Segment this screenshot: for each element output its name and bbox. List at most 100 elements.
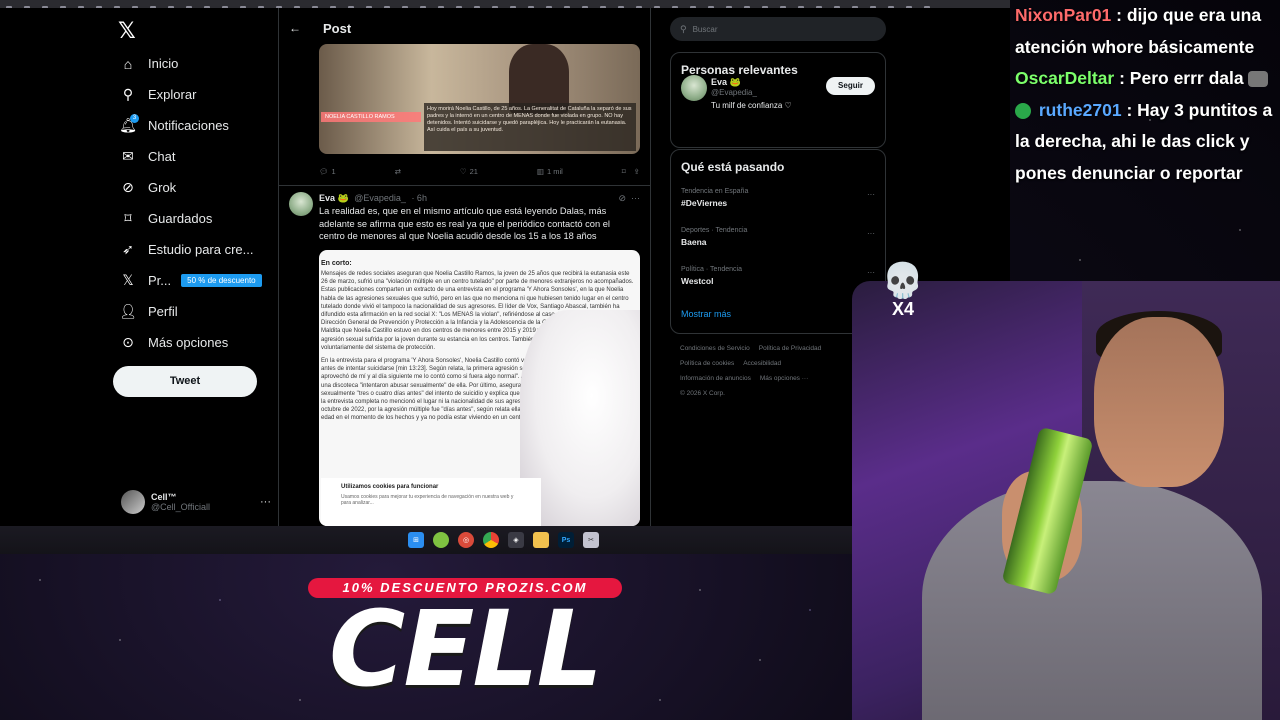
rocket-icon: ➶ [122,241,134,257]
tweet-divider [279,185,650,186]
folder-icon[interactable] [533,532,549,548]
left-sidebar: ⌂ Inicio ⚲ Explorar 🔔︎ 3 Notificaciones ✉… [112,48,277,358]
stream-chat: NixonPar01 : dijo que era una atención w… [1015,0,1277,189]
search-placeholder: Buscar [692,24,718,34]
retweet-action[interactable]: ⇄ [395,167,401,176]
grok-icon: ⊘ [122,179,134,195]
more-circle-icon: ⊙ [122,334,134,350]
trend-name: Baena [681,237,707,247]
relevant-bio: Tu milf de confianza ♡ [711,101,792,110]
views-icon: ▥ [536,166,544,176]
follow-button[interactable]: Seguir [826,77,875,95]
back-arrow-icon[interactable]: ← [289,21,309,35]
bookmark-icon: ⌑ [124,210,132,226]
more-icon[interactable]: ··· [867,229,875,238]
chat-app-icon[interactable] [433,532,449,548]
footer-link[interactable]: Condiciones de Servicio [680,345,750,352]
bookmark-action[interactable]: ⌑ ⇪ [622,167,640,176]
nav-bookmarks[interactable]: ⌑ Guardados [112,203,277,234]
post-media-video[interactable]: NOELIA CASTILLO RAMOS Hoy morirá Noelia … [319,44,640,154]
nav-profile[interactable]: 👤︎ Perfil [112,296,277,327]
card-title: Qué está pasando [681,160,785,174]
footer-link[interactable]: Más opciones ··· [760,375,808,382]
reply-count: 1 [331,166,336,176]
discount-badge[interactable]: 50 % de descuento [181,274,262,287]
search-icon: ⚲ [680,23,687,34]
nav-chat[interactable]: ✉ Chat [112,141,277,172]
nav-notifications[interactable]: 🔔︎ 3 Notificaciones [112,110,277,141]
mail-icon: ✉ [122,148,134,164]
webcam-person-head [1094,317,1224,487]
nav-label: Notificaciones [148,118,229,133]
skull-icon: 💀 [881,262,925,300]
reply-avatar[interactable] [289,192,313,216]
settings-app-icon[interactable]: ◎ [458,532,474,548]
account-switcher[interactable]: Cell™ @Cell_Officiall ··· [121,487,271,517]
tweet-button[interactable]: Tweet [113,366,257,397]
nav-more-options[interactable]: ⊙ Más opciones [112,327,277,358]
reply-time: · 6h [411,193,427,203]
footer-link[interactable]: Información de anuncios [680,375,751,382]
cookie-title: Utilizamos cookies para funcionar [341,484,439,490]
like-action[interactable]: ♡ 21 [460,167,478,176]
chat-username: ruthe2701 [1038,99,1122,120]
chrome-icon[interactable] [483,532,499,548]
relevant-people-card: Personas relevantes Eva 🐸 @Evapedia_ Tu … [670,52,886,148]
trend-context: Política · Tendencia [681,266,742,273]
more-icon[interactable]: ··· [631,193,640,203]
grok-icon[interactable]: ⊘ [618,193,626,203]
more-icon[interactable]: ··· [867,190,875,199]
x-logo-icon[interactable]: 𝕏 [118,20,140,42]
windows-start-icon[interactable]: ⊞ [408,532,424,548]
reply-author-name[interactable]: Eva 🐸 [319,193,349,203]
more-icon[interactable]: ··· [260,496,271,508]
reply-handle[interactable]: @Evapedia_ [354,193,406,203]
view-count: 1 mil [546,166,563,176]
footer-link[interactable]: Política de Privacidad [759,345,822,352]
browser-bookmarks-strip [0,0,1010,12]
trend-context: Deportes · Tendencia [681,227,748,234]
bookmark-icon: ⌑ [621,166,626,176]
nav-creator-studio[interactable]: ➶ Estudio para cre... [112,234,277,265]
chat-message: OscarDeltar : Pero errr dala [1015,63,1277,95]
nav-label: Guardados [148,211,213,226]
page-title: Post [323,20,352,36]
nav-premium[interactable]: 𝕏 Pr... 50 % de descuento [112,265,277,296]
footer-link[interactable]: Política de cookies [680,360,734,367]
share-icon[interactable]: ⇪ [634,167,640,176]
reply-header-icons: ⊘ ··· [618,193,640,204]
nav-label: Más opciones [148,335,229,350]
app-icon[interactable]: ◈ [508,532,524,548]
nav-label: Perfil [148,304,178,319]
cookie-subtitle: Usamos cookies para mejorar tu experienc… [341,494,514,506]
footer-link[interactable]: Accesibilidad [743,360,781,367]
column-divider [650,8,651,526]
chat-username: OscarDeltar [1015,68,1115,88]
nav-home[interactable]: ⌂ Inicio [112,48,277,79]
trend-context: Tendencia en España [681,188,749,195]
search-bar[interactable]: ⚲ Buscar [670,17,886,41]
more-icon[interactable]: ··· [867,268,875,277]
video-caption: Hoy morirá Noelia Castillo, de 25 años. … [424,103,636,151]
avatar [681,75,707,101]
relevant-name: Eva 🐸 [711,77,741,87]
nav-grok[interactable]: ⊘ Grok [112,172,277,203]
trend-item[interactable]: Tendencia en España #DeViernes ··· [671,184,885,223]
photoshop-icon[interactable]: Ps [558,532,574,548]
views-action[interactable]: ▥ 1 mil [537,167,563,176]
article-screenshot[interactable]: En corto: Mensajes de redes sociales ase… [319,250,640,526]
chat-text: : Pero errr dala [1119,68,1244,88]
reply-text: La realidad es, que en el mismo artículo… [319,206,610,241]
avatar [121,490,145,514]
nav-explore[interactable]: ⚲ Explorar [112,79,277,110]
trend-item[interactable]: Deportes · Tendencia Baena ··· [671,223,885,262]
channel-logo: CELL [329,588,603,710]
relevant-person[interactable]: Eva 🐸 @Evapedia_ Tu milf de confianza ♡ … [671,75,885,143]
snip-icon[interactable]: ✂ [583,532,599,548]
notification-badge: 3 [130,113,139,123]
chat-username: NixonPar01 [1015,5,1112,25]
webcam-person-hoodie [922,481,1262,720]
article-heading: En corto: [321,260,352,267]
reply-action[interactable]: 💬︎ 1 [319,167,336,176]
post-column: ← Post NOELIA CASTILLO RAMOS Hoy morirá … [279,8,650,526]
